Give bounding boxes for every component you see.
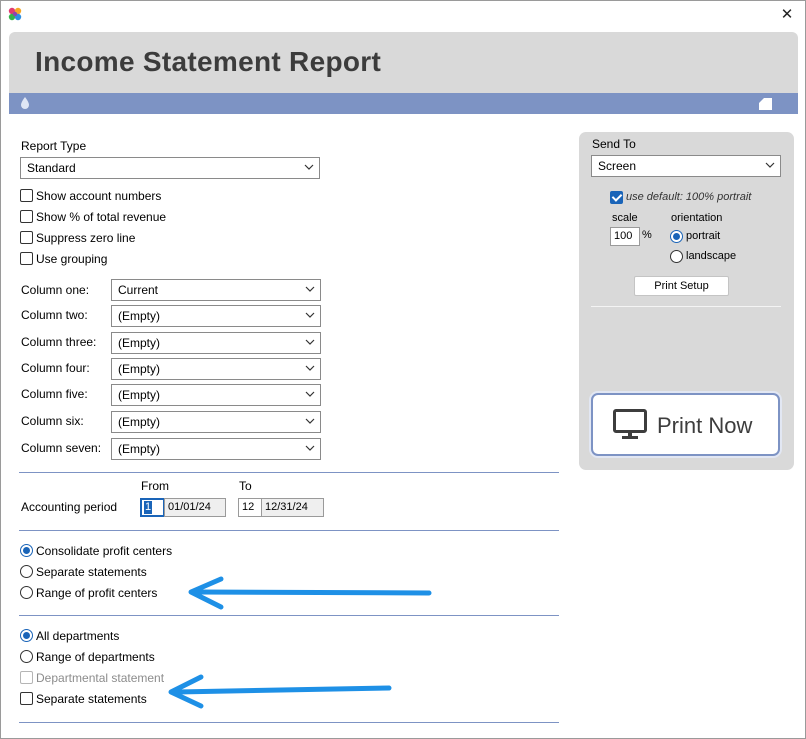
consolidate-profit-centers-radio[interactable] <box>20 544 33 557</box>
scale-input[interactable]: 100 <box>610 227 640 246</box>
to-date-field: 12/31/24 <box>261 498 324 517</box>
chevron-down-icon <box>305 286 315 292</box>
landscape-radio[interactable] <box>670 250 683 263</box>
show-percent-revenue-label: Show % of total revenue <box>36 210 167 224</box>
range-profit-centers-radio[interactable] <box>20 586 33 599</box>
column-label: Column five: <box>21 387 88 401</box>
portrait-label: portrait <box>686 230 721 242</box>
title-bar: ✕ <box>1 1 805 29</box>
range-departments-radio[interactable] <box>20 650 33 663</box>
chevron-down-icon <box>305 445 315 451</box>
column-value: (Empty) <box>118 415 160 429</box>
column-one-select[interactable]: Current <box>111 279 321 301</box>
column-label: Column three: <box>21 335 97 349</box>
use-default-label: use default: 100% portrait <box>626 191 752 203</box>
from-date-field: 01/01/24 <box>164 498 226 517</box>
column-three-select[interactable]: (Empty) <box>111 332 321 354</box>
suppress-zero-line-checkbox[interactable] <box>20 231 33 244</box>
column-value: (Empty) <box>118 362 160 376</box>
column-value: (Empty) <box>118 309 160 323</box>
separate-statements-label: Separate statements <box>36 565 147 579</box>
column-label: Column seven: <box>21 441 102 455</box>
portrait-radio[interactable] <box>670 230 683 243</box>
to-label: To <box>239 479 252 493</box>
report-type-select[interactable]: Standard <box>20 157 320 179</box>
column-five-select[interactable]: (Empty) <box>111 384 321 406</box>
range-departments-label: Range of departments <box>36 650 155 664</box>
chevron-down-icon <box>304 164 314 170</box>
column-value: (Empty) <box>118 388 160 402</box>
section-divider <box>19 472 559 473</box>
column-value: Current <box>118 283 159 297</box>
show-account-numbers-checkbox[interactable] <box>20 189 33 202</box>
chevron-down-icon <box>305 365 315 371</box>
separate-statements-checkbox[interactable] <box>20 692 33 705</box>
report-type-value: Standard <box>27 161 76 175</box>
separate-statements-radio[interactable] <box>20 565 33 578</box>
use-grouping-label: Use grouping <box>36 252 108 266</box>
chevron-down-icon <box>305 418 315 424</box>
page-icon[interactable] <box>759 98 772 110</box>
use-default-checkbox[interactable] <box>610 191 623 204</box>
orientation-label: orientation <box>671 212 723 224</box>
departmental-statement-label: Departmental statement <box>36 671 165 685</box>
consolidate-profit-centers-label: Consolidate profit centers <box>36 544 173 558</box>
print-now-button[interactable]: Print Now <box>591 393 780 456</box>
from-period-input[interactable]: 1 <box>140 498 165 517</box>
panel-divider <box>591 306 781 307</box>
close-icon[interactable]: ✕ <box>777 5 797 25</box>
column-label: Column four: <box>21 361 90 375</box>
section-divider <box>19 530 559 531</box>
column-seven-select[interactable]: (Empty) <box>111 438 321 460</box>
report-type-label: Report Type <box>21 139 87 153</box>
arrow-left-icon <box>188 576 432 610</box>
separate-statements-checkbox-label: Separate statements <box>36 692 147 706</box>
column-value: (Empty) <box>118 336 160 350</box>
use-grouping-checkbox[interactable] <box>20 252 33 265</box>
all-departments-radio[interactable] <box>20 629 33 642</box>
show-percent-revenue-checkbox[interactable] <box>20 210 33 223</box>
column-label: Column six: <box>21 414 84 428</box>
arrow-left-icon <box>168 674 392 709</box>
header-band <box>9 93 798 114</box>
departmental-statement-checkbox[interactable] <box>20 671 33 684</box>
from-label: From <box>141 479 169 493</box>
to-period-input[interactable]: 12 <box>238 498 262 517</box>
from-period-number: 1 <box>144 501 152 514</box>
suppress-zero-line-label: Suppress zero line <box>36 231 136 245</box>
chevron-down-icon <box>305 312 315 318</box>
monitor-icon <box>613 409 647 439</box>
landscape-label: landscape <box>686 250 737 262</box>
column-two-select[interactable]: (Empty) <box>111 305 321 327</box>
app-logo-icon <box>8 7 22 21</box>
chevron-down-icon <box>305 391 315 397</box>
droplet-icon[interactable] <box>21 97 29 109</box>
column-six-select[interactable]: (Empty) <box>111 411 321 433</box>
column-label: Column two: <box>21 308 88 322</box>
scale-label: scale <box>612 212 638 224</box>
send-to-value: Screen <box>598 159 637 173</box>
column-label: Column one: <box>21 283 90 297</box>
accounting-period-label: Accounting period <box>21 500 118 514</box>
send-to-label: Send To <box>592 137 636 151</box>
show-account-numbers-label: Show account numbers <box>36 189 162 203</box>
chevron-down-icon <box>765 162 775 168</box>
print-setup-button[interactable]: Print Setup <box>634 276 729 296</box>
column-value: (Empty) <box>118 442 160 456</box>
page-title: Income Statement Report <box>35 46 382 77</box>
send-to-select[interactable]: Screen <box>591 155 781 177</box>
all-departments-label: All departments <box>36 629 120 643</box>
percent-label: % <box>642 229 652 241</box>
print-now-label: Print Now <box>657 413 753 438</box>
report-window: ✕ Income Statement Report Report Type St… <box>0 0 806 739</box>
section-divider <box>19 615 559 616</box>
section-divider <box>19 722 559 723</box>
chevron-down-icon <box>305 339 315 345</box>
report-header: Income Statement Report <box>9 32 798 93</box>
column-four-select[interactable]: (Empty) <box>111 358 321 380</box>
range-profit-centers-label: Range of profit centers <box>36 586 158 600</box>
